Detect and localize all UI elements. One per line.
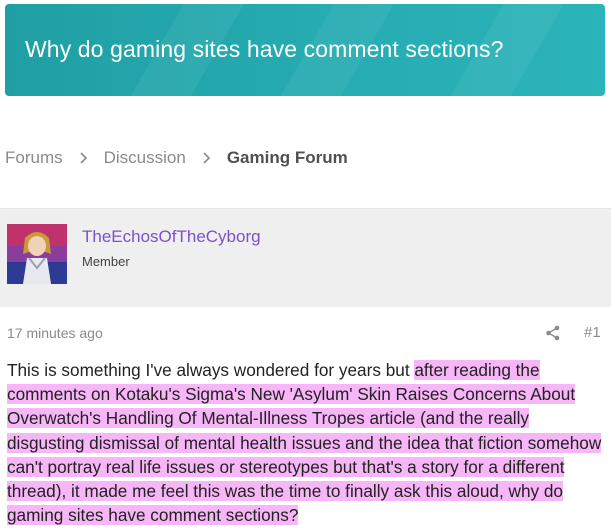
avatar[interactable] [7, 224, 67, 284]
chevron-right-icon [79, 151, 88, 165]
breadcrumb: Forums Discussion Gaming Forum [5, 148, 348, 168]
post-timestamp[interactable]: 17 minutes ago [7, 325, 103, 341]
post-body-text: This is something I've always wondered f… [7, 360, 415, 380]
post-user-bar: TheEchosOfTheCyborg Member [0, 208, 611, 307]
post-number-link[interactable]: #1 [584, 324, 601, 341]
post-author-link[interactable]: TheEchosOfTheCyborg [82, 227, 261, 247]
share-icon[interactable] [544, 324, 562, 342]
user-title: Member [82, 254, 130, 269]
post-body: This is something I've always wondered f… [7, 358, 607, 527]
thread-title-banner: Why do gaming sites have comment section… [5, 4, 605, 96]
thread-title: Why do gaming sites have comment section… [25, 36, 504, 62]
breadcrumb-gaming-forum[interactable]: Gaming Forum [227, 148, 348, 168]
breadcrumb-discussion[interactable]: Discussion [104, 148, 186, 168]
breadcrumb-forums[interactable]: Forums [5, 148, 63, 168]
post-body-highlighted-text: after reading the comments on Kotaku's S… [7, 360, 602, 526]
chevron-right-icon [202, 151, 211, 165]
post-meta: 17 minutes ago #1 [0, 322, 611, 344]
